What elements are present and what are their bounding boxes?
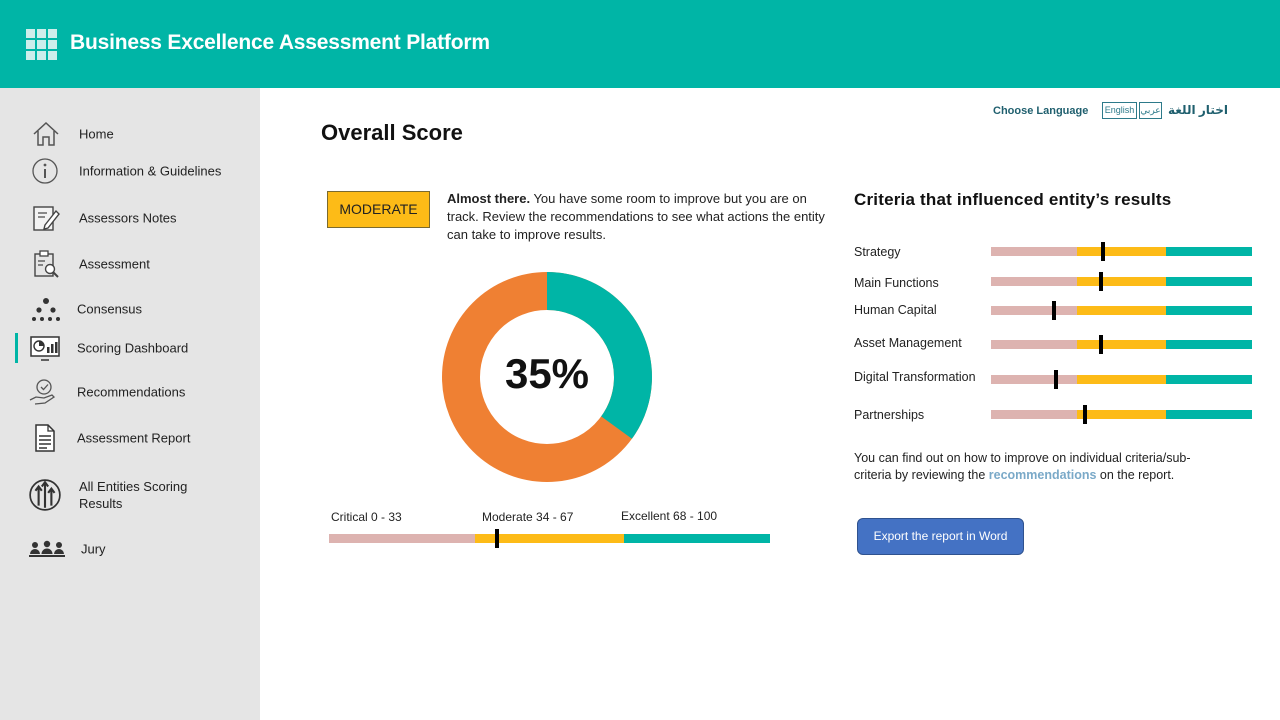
excellent-range-label: Excellent 68 - 100: [621, 509, 718, 523]
score-marker: [494, 529, 499, 548]
sidebar-item-home[interactable]: Home: [0, 114, 260, 154]
criteria-score-marker: [1051, 301, 1056, 320]
sidebar-item-assessment[interactable]: Assessment: [0, 244, 260, 284]
sidebar-item-information[interactable]: Information & Guidelines: [0, 151, 260, 191]
recommendations-link[interactable]: recommendations: [989, 468, 1097, 482]
sidebar-item-label: Scoring Dashboard: [77, 340, 189, 356]
criteria-score-bar: [991, 335, 1252, 354]
app-title: Business Excellence Assessment Platform: [70, 31, 490, 54]
sidebar-item-assessment-report[interactable]: Assessment Report: [0, 418, 260, 458]
excellent-segment: [1165, 340, 1252, 349]
score-scale-bar: [329, 529, 770, 548]
sidebar-item-label: Jury: [81, 541, 106, 557]
sidebar-item-label: Information & Guidelines: [79, 163, 222, 179]
hand-check-icon: [29, 379, 56, 405]
sidebar-item-label: Assessment: [79, 256, 150, 272]
excellent-segment: [1165, 410, 1252, 419]
criteria-name: Digital Transformation: [854, 370, 976, 384]
critical-segment: [991, 247, 1078, 256]
moderate-segment: [1077, 410, 1166, 419]
note-edit-icon: [33, 206, 60, 231]
sidebar-item-label: Assessment Report: [77, 430, 191, 446]
criteria-score-bar: [991, 242, 1252, 261]
clipboard-search-icon: [34, 250, 59, 278]
document-icon: [35, 424, 55, 452]
sidebar: Home Information & Guidelines Assessors …: [0, 88, 260, 720]
sidebar-item-label: Recommendations: [77, 384, 186, 400]
score-description: Almost there. You have some room to impr…: [447, 190, 827, 244]
sidebar-item-scoring-dashboard[interactable]: Scoring Dashboard: [0, 328, 260, 368]
critical-segment: [991, 277, 1078, 286]
grid-logo-icon: [26, 29, 57, 60]
sidebar-item-label: Home: [79, 126, 114, 142]
criteria-name: Strategy: [854, 245, 901, 259]
critical-segment: [991, 306, 1078, 315]
group-icon: [29, 540, 65, 557]
criteria-heading: Criteria that influenced entity’s result…: [854, 190, 1172, 209]
criteria-score-marker: [1082, 405, 1087, 424]
home-icon: [33, 121, 59, 146]
choose-language-label: Choose Language: [993, 105, 1089, 117]
score-percent-label: 35%: [504, 350, 590, 397]
sidebar-item-consensus[interactable]: Consensus: [0, 289, 260, 329]
page-title: Overall Score: [321, 120, 463, 145]
excellent-segment: [1165, 375, 1252, 384]
excellent-segment: [624, 534, 770, 543]
app-header: Business Excellence Assessment Platform: [0, 0, 1280, 88]
criteria-name: Partnerships: [854, 408, 925, 422]
sidebar-item-label: All Entities Scoring Results: [79, 479, 188, 511]
sidebar-item-all-entities[interactable]: All Entities Scoring Results: [0, 473, 260, 517]
english-language-button[interactable]: English: [1102, 102, 1137, 119]
criteria-name: Asset Management: [854, 336, 962, 350]
sidebar-item-label: Consensus: [77, 301, 143, 317]
criteria-score-marker: [1098, 272, 1103, 291]
moderate-segment: [1077, 375, 1166, 384]
sidebar-item-label: Assessors Notes: [79, 210, 177, 226]
critical-segment: [991, 375, 1078, 384]
moderate-segment: [1077, 247, 1166, 256]
criteria-score-marker: [1098, 335, 1103, 354]
recommendations-note: You can find out on how to improve on in…: [854, 450, 1194, 484]
critical-segment: [991, 340, 1078, 349]
status-badge: MODERATE: [327, 191, 430, 228]
export-word-button[interactable]: Export the report in Word: [857, 518, 1024, 555]
excellent-segment: [1165, 277, 1252, 286]
critical-segment: [329, 534, 475, 543]
sidebar-item-jury[interactable]: Jury: [0, 529, 260, 569]
excellent-segment: [1165, 247, 1252, 256]
arabic-language-button[interactable]: عربي: [1139, 102, 1162, 119]
criteria-score-bar: [991, 272, 1252, 291]
hierarchy-icon: [32, 298, 60, 321]
active-indicator: [15, 333, 18, 363]
moderate-range-label: Moderate 34 - 67: [482, 510, 574, 524]
criteria-score-marker: [1101, 242, 1106, 261]
criteria-score-bar: [991, 370, 1252, 389]
moderate-segment: [1077, 306, 1166, 315]
arrows-up-icon: [29, 479, 61, 511]
criteria-score-marker: [1054, 370, 1059, 389]
choose-language-arabic-label: اختار اللغة: [1168, 103, 1228, 117]
sidebar-item-assessors-notes[interactable]: Assessors Notes: [0, 198, 260, 238]
criteria-name: Human Capital: [854, 303, 937, 317]
criteria-score-bar: [991, 405, 1252, 424]
dashboard-icon: [30, 336, 60, 361]
note-text-after: on the report.: [1096, 468, 1175, 482]
moderate-segment: [1077, 277, 1166, 286]
critical-segment: [991, 410, 1078, 419]
excellent-segment: [1165, 306, 1252, 315]
criteria-name: Main Functions: [854, 276, 939, 290]
score-description-bold: Almost there.: [447, 191, 531, 206]
critical-range-label: Critical 0 - 33: [331, 510, 402, 524]
moderate-segment: [1077, 340, 1166, 349]
info-icon: [32, 158, 58, 184]
criteria-score-bar: [991, 301, 1252, 320]
sidebar-item-recommendations[interactable]: Recommendations: [0, 372, 260, 412]
